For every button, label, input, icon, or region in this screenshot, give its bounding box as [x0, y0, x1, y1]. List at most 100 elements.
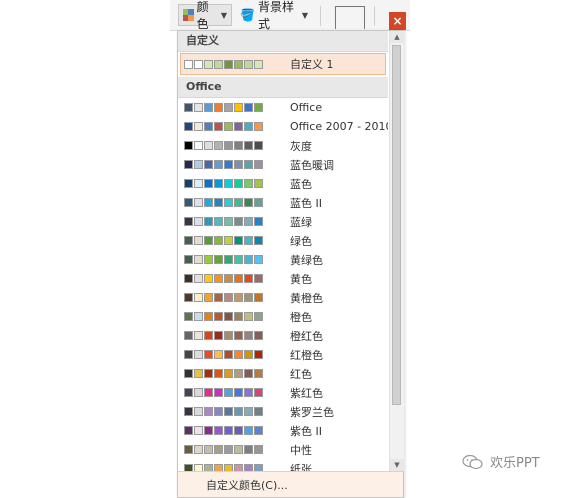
color-swatch	[184, 426, 193, 435]
ribbon-separator	[374, 6, 375, 26]
color-swatch	[214, 122, 223, 131]
color-swatch	[224, 59, 233, 69]
color-swatches	[184, 331, 280, 340]
color-swatch	[194, 388, 203, 397]
color-swatch	[194, 198, 203, 207]
theme-item[interactable]: 蓝色暖调	[178, 155, 388, 174]
theme-item[interactable]: 紫罗兰色	[178, 402, 388, 421]
theme-item[interactable]: 黄橙色	[178, 288, 388, 307]
color-swatch	[254, 274, 263, 283]
color-swatch	[254, 293, 263, 302]
theme-label: 绿色	[290, 234, 312, 248]
color-swatch	[184, 274, 193, 283]
color-swatch	[254, 407, 263, 416]
color-swatch	[254, 160, 263, 169]
color-swatch	[234, 122, 243, 131]
theme-item[interactable]: 紫红色	[178, 383, 388, 402]
color-swatch	[214, 426, 223, 435]
custom-colors-label: 自定义颜色(C)...	[206, 478, 288, 492]
color-swatch	[234, 350, 243, 359]
theme-item[interactable]: 蓝绿	[178, 212, 388, 231]
color-swatch	[224, 198, 233, 207]
scroll-down-arrow-icon[interactable]: ▼	[390, 459, 404, 471]
color-swatches	[184, 350, 280, 359]
color-swatch	[254, 369, 263, 378]
theme-label: 中性	[290, 443, 312, 457]
color-swatch	[204, 369, 213, 378]
color-swatch	[204, 160, 213, 169]
color-swatch	[214, 388, 223, 397]
custom-colors-menu-item[interactable]: 自定义颜色(C)...	[178, 471, 403, 497]
theme-item[interactable]: 蓝色	[178, 174, 388, 193]
color-swatches	[184, 293, 280, 302]
ribbon-bar: 颜色 ▼ 🪣 背景样式 ▼	[170, 0, 410, 31]
theme-item[interactable]: 黄色	[178, 269, 388, 288]
theme-item[interactable]: 灰度	[178, 136, 388, 155]
color-swatches	[184, 274, 280, 283]
colors-button[interactable]: 颜色 ▼	[178, 0, 232, 31]
color-swatch	[234, 293, 243, 302]
color-swatch	[194, 179, 203, 188]
color-swatch	[184, 293, 193, 302]
custom-theme-item[interactable]: 自定义 1	[180, 53, 386, 75]
custom-section-header: 自定义	[178, 31, 388, 52]
color-swatch	[234, 369, 243, 378]
theme-item[interactable]: 橙红色	[178, 326, 388, 345]
theme-label: 橙红色	[290, 329, 323, 343]
theme-label: 黄橙色	[290, 291, 323, 305]
color-swatch	[214, 274, 223, 283]
color-swatch	[244, 179, 253, 188]
color-swatch	[214, 369, 223, 378]
color-swatch	[214, 445, 223, 454]
office-section-header: Office	[178, 77, 388, 98]
color-swatches	[184, 255, 280, 264]
theme-item[interactable]: 绿色	[178, 231, 388, 250]
color-swatch	[204, 59, 213, 69]
color-swatch	[224, 141, 233, 150]
theme-item[interactable]: 紫色 II	[178, 421, 388, 440]
theme-item[interactable]: 纸张	[178, 459, 388, 471]
theme-item[interactable]: Office	[178, 98, 388, 117]
color-swatch	[244, 369, 253, 378]
theme-label: 蓝色 II	[290, 196, 322, 210]
ribbon-separator	[320, 6, 321, 26]
color-swatch	[224, 217, 233, 226]
color-swatch	[234, 59, 243, 69]
theme-item[interactable]: 红色	[178, 364, 388, 383]
color-swatches	[184, 445, 280, 454]
theme-item[interactable]: Office 2007 - 2010	[178, 117, 388, 136]
color-swatch	[234, 426, 243, 435]
color-swatch	[244, 103, 253, 112]
color-swatch	[184, 369, 193, 378]
color-swatch	[254, 59, 263, 69]
color-swatch	[184, 179, 193, 188]
color-swatch	[244, 141, 253, 150]
office-theme-list: Office Office 2007 - 2010 灰度 蓝色暖调 蓝色蓝色 II 蓝绿绿…	[178, 98, 388, 471]
color-swatch	[194, 369, 203, 378]
chevron-down-icon: ▼	[220, 10, 227, 20]
background-style-button[interactable]: 🪣 背景样式 ▼	[236, 0, 312, 31]
theme-label: 紫色 II	[290, 424, 322, 438]
slide-size-icon[interactable]	[335, 6, 365, 29]
theme-label: 纸张	[290, 462, 312, 472]
theme-label: 自定义 1	[290, 58, 334, 71]
theme-item[interactable]: 橙色	[178, 307, 388, 326]
scrollbar-thumb[interactable]	[392, 45, 401, 405]
theme-item[interactable]: 红橙色	[178, 345, 388, 364]
close-icon[interactable]: ×	[389, 12, 406, 30]
theme-item[interactable]: 中性	[178, 440, 388, 459]
theme-item[interactable]: 黄绿色	[178, 250, 388, 269]
color-swatch	[184, 464, 193, 471]
vertical-scrollbar[interactable]: ▲ ▼	[389, 31, 404, 471]
theme-label: 红色	[290, 367, 312, 381]
color-swatch	[204, 236, 213, 245]
color-swatches	[184, 369, 280, 378]
theme-label: 黄色	[290, 272, 312, 286]
color-swatch	[194, 160, 203, 169]
color-swatch	[184, 388, 193, 397]
color-swatch	[214, 236, 223, 245]
color-swatch	[184, 445, 193, 454]
theme-item[interactable]: 蓝色 II	[178, 193, 388, 212]
scroll-up-arrow-icon[interactable]: ▲	[390, 31, 404, 43]
color-swatches	[184, 59, 280, 69]
